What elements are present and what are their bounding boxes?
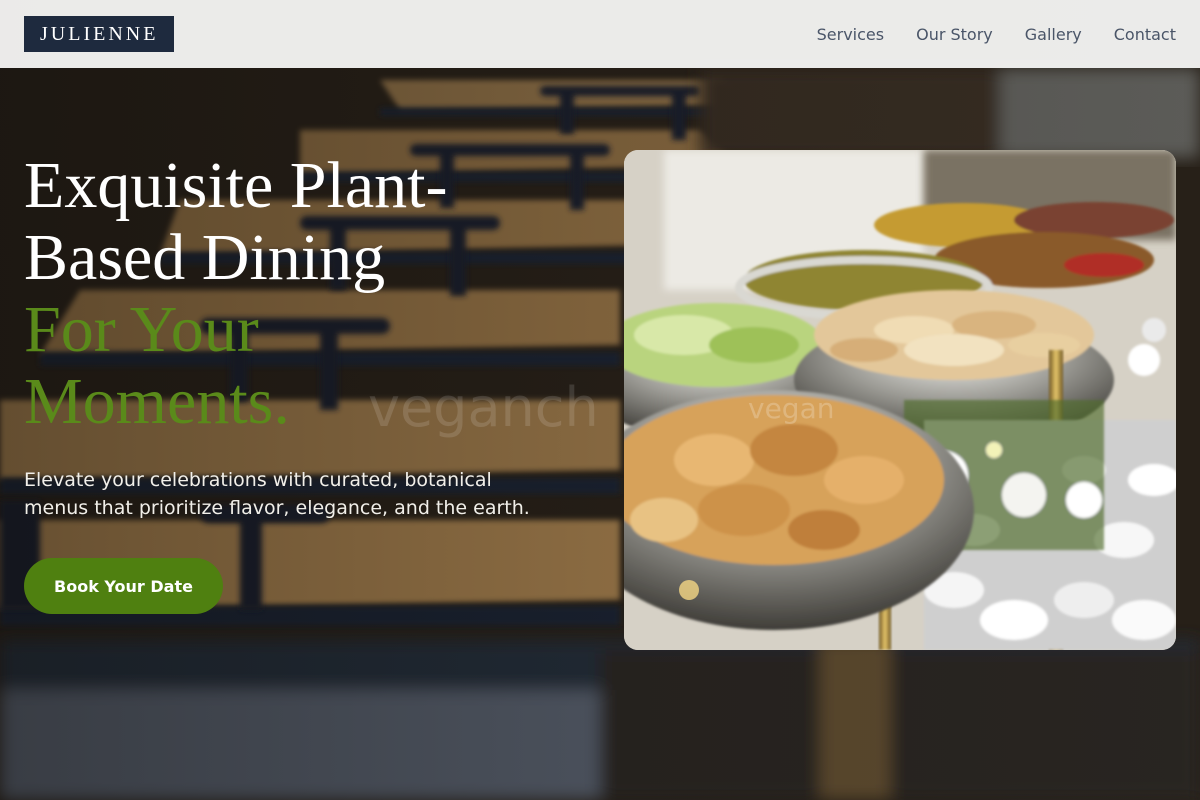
top-navbar: JULIENNE Services Our Story Gallery Cont… (0, 0, 1200, 68)
headline-line-2: Based Dining (24, 221, 386, 294)
nav-link-our-story[interactable]: Our Story (916, 25, 993, 44)
food-photo-card (624, 150, 1176, 650)
nav-link-gallery[interactable]: Gallery (1025, 25, 1082, 44)
book-your-date-button[interactable]: Book Your Date (24, 558, 223, 614)
headline-accent-line-1: For Your (24, 293, 259, 366)
hero-section: Exquisite Plant- Based Dining For Your M… (24, 150, 584, 522)
vegan-buffet-image (624, 150, 1176, 650)
headline-accent-line-2: Moments. (24, 365, 290, 438)
brand-logo[interactable]: JULIENNE (24, 16, 175, 52)
nav-link-contact[interactable]: Contact (1114, 25, 1176, 44)
main-nav: Services Our Story Gallery Contact (785, 25, 1176, 44)
headline-line-1: Exquisite Plant- (24, 149, 448, 222)
hero-headline: Exquisite Plant- Based Dining For Your M… (24, 150, 584, 438)
nav-link-services[interactable]: Services (817, 25, 884, 44)
watermark-overlay-text: vegan (748, 392, 835, 425)
hero-subtext: Elevate your celebrations with curated, … (24, 469, 530, 519)
